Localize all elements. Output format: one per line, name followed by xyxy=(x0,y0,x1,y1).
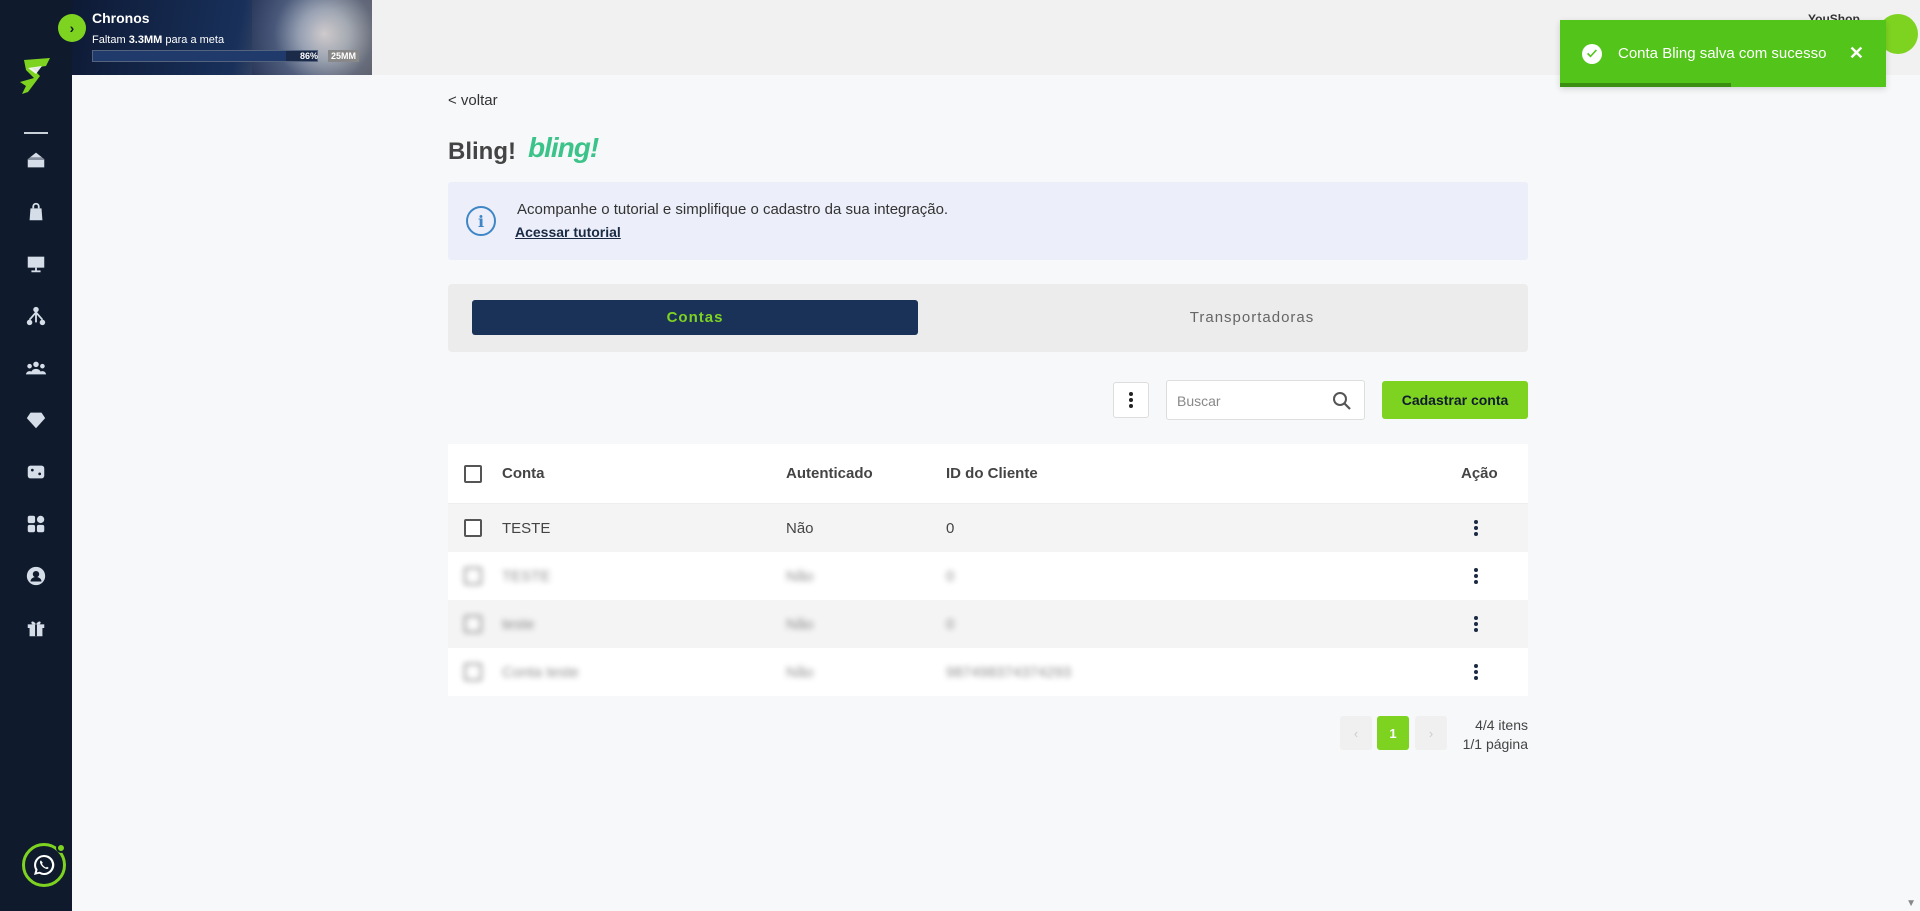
table-header: Conta Autenticado ID do Cliente Ação xyxy=(448,444,1528,504)
scroll-down-arrow-icon[interactable]: ▼ xyxy=(1906,898,1916,909)
goal-banner[interactable]: Chronos Faltam 3.3MM para a meta 86% 25M… xyxy=(72,0,372,75)
kebab-icon xyxy=(1474,520,1478,536)
cell-conta: teste xyxy=(502,615,535,633)
cell-conta: Conta teste xyxy=(502,663,579,681)
goal-amount: 25MM xyxy=(328,50,360,62)
tutorial-info-box: i Acompanhe o tutorial e simplifique o c… xyxy=(448,182,1528,260)
info-text: Acompanhe o tutorial e simplifique o cad… xyxy=(517,201,949,218)
select-all-checkbox[interactable] xyxy=(464,465,482,483)
banner-subtitle: Faltam 3.3MM para a meta xyxy=(92,34,225,46)
cell-autenticado: Não xyxy=(786,663,814,681)
cell-conta: TESTE xyxy=(502,519,551,537)
pagination-info: 4/4 itens 1/1 página xyxy=(1440,716,1528,754)
brand-logo-icon[interactable] xyxy=(18,54,54,98)
row-actions-button[interactable] xyxy=(1464,564,1488,588)
row-actions-button[interactable] xyxy=(1464,516,1488,540)
sidebar-divider xyxy=(24,132,48,134)
kebab-icon xyxy=(1474,664,1478,680)
header-autenticado[interactable]: Autenticado xyxy=(786,444,873,503)
profile-icon[interactable] xyxy=(22,562,50,590)
cell-id-cliente: 987498374374293 xyxy=(946,663,1072,681)
tutorial-link[interactable]: Acessar tutorial xyxy=(515,224,621,240)
row-checkbox[interactable] xyxy=(464,519,482,537)
header-id-cliente[interactable]: ID do Cliente xyxy=(946,444,1038,503)
cell-conta: TESTE xyxy=(502,567,551,585)
online-dot xyxy=(56,843,66,853)
banner-artwork xyxy=(252,0,372,75)
goal-progress-bar xyxy=(92,50,318,62)
apps-icon[interactable] xyxy=(22,510,50,538)
toast-timer-bar xyxy=(1560,83,1731,87)
tab-contas[interactable]: Contas xyxy=(472,300,918,335)
accounts-table: Conta Autenticado ID do Cliente Ação TES… xyxy=(448,444,1528,696)
cell-autenticado: Não xyxy=(786,615,814,633)
toast-message: Conta Bling salva com sucesso xyxy=(1618,45,1827,62)
table-row[interactable]: TESTE Não 0 xyxy=(448,552,1528,600)
gift-icon[interactable] xyxy=(22,614,50,642)
bling-logo: bling! xyxy=(528,132,599,163)
goal-percentage: 86% xyxy=(300,51,319,61)
banner-expand-button[interactable]: › xyxy=(58,14,86,42)
whatsapp-icon xyxy=(34,854,55,875)
cell-id-cliente: 0 xyxy=(946,567,955,585)
items-count: 4/4 itens xyxy=(1475,717,1528,733)
home-icon[interactable] xyxy=(22,146,50,174)
goal-progress-fill xyxy=(93,51,286,61)
banner-title: Chronos xyxy=(92,10,150,26)
cell-id-cliente: 0 xyxy=(946,615,955,633)
success-toast: Conta Bling salva com sucesso ✕ xyxy=(1560,20,1886,87)
row-checkbox[interactable] xyxy=(464,615,482,633)
cell-autenticado: Não xyxy=(786,567,814,585)
sidebar xyxy=(0,0,72,911)
tab-transportadoras[interactable]: Transportadoras xyxy=(1082,300,1422,335)
cell-id-cliente: 0 xyxy=(946,519,955,537)
kebab-icon xyxy=(1474,568,1478,584)
cell-autenticado: Não xyxy=(786,519,814,537)
table-row[interactable]: TESTE Não 0 xyxy=(448,504,1528,552)
prev-page-button[interactable]: ‹ xyxy=(1340,716,1372,750)
search-input[interactable] xyxy=(1177,391,1327,411)
pages-count: 1/1 página xyxy=(1462,736,1528,752)
whatsapp-button[interactable] xyxy=(22,843,66,887)
table-row[interactable]: teste Não 0 xyxy=(448,600,1528,648)
diamond-icon[interactable] xyxy=(22,406,50,434)
search-box xyxy=(1166,380,1365,420)
more-options-button[interactable] xyxy=(1113,382,1149,418)
row-checkbox[interactable] xyxy=(464,567,482,585)
network-icon[interactable] xyxy=(22,302,50,330)
close-icon[interactable]: ✕ xyxy=(1849,44,1864,62)
current-page-button[interactable]: 1 xyxy=(1377,716,1409,750)
add-account-button[interactable]: Cadastrar conta xyxy=(1382,381,1528,419)
header-conta[interactable]: Conta xyxy=(502,444,545,503)
row-actions-button[interactable] xyxy=(1464,612,1488,636)
users-icon[interactable] xyxy=(22,354,50,382)
page-title: Bling! xyxy=(448,138,516,165)
search-icon[interactable] xyxy=(1332,391,1352,411)
presentation-icon[interactable] xyxy=(22,250,50,278)
table-row[interactable]: Conta teste Não 987498374374293 xyxy=(448,648,1528,696)
info-icon: i xyxy=(466,206,496,236)
back-link[interactable]: < voltar xyxy=(448,92,498,109)
tab-bar: Contas Transportadoras xyxy=(448,284,1528,352)
kebab-icon xyxy=(1129,392,1133,408)
chevron-right-icon: › xyxy=(69,20,75,36)
row-actions-button[interactable] xyxy=(1464,660,1488,684)
header-acao: Ação xyxy=(1461,465,1498,482)
row-checkbox[interactable] xyxy=(464,663,482,681)
shopping-bag-icon[interactable] xyxy=(22,198,50,226)
dice-icon[interactable] xyxy=(22,458,50,486)
kebab-icon xyxy=(1474,616,1478,632)
check-circle-icon xyxy=(1582,43,1602,64)
